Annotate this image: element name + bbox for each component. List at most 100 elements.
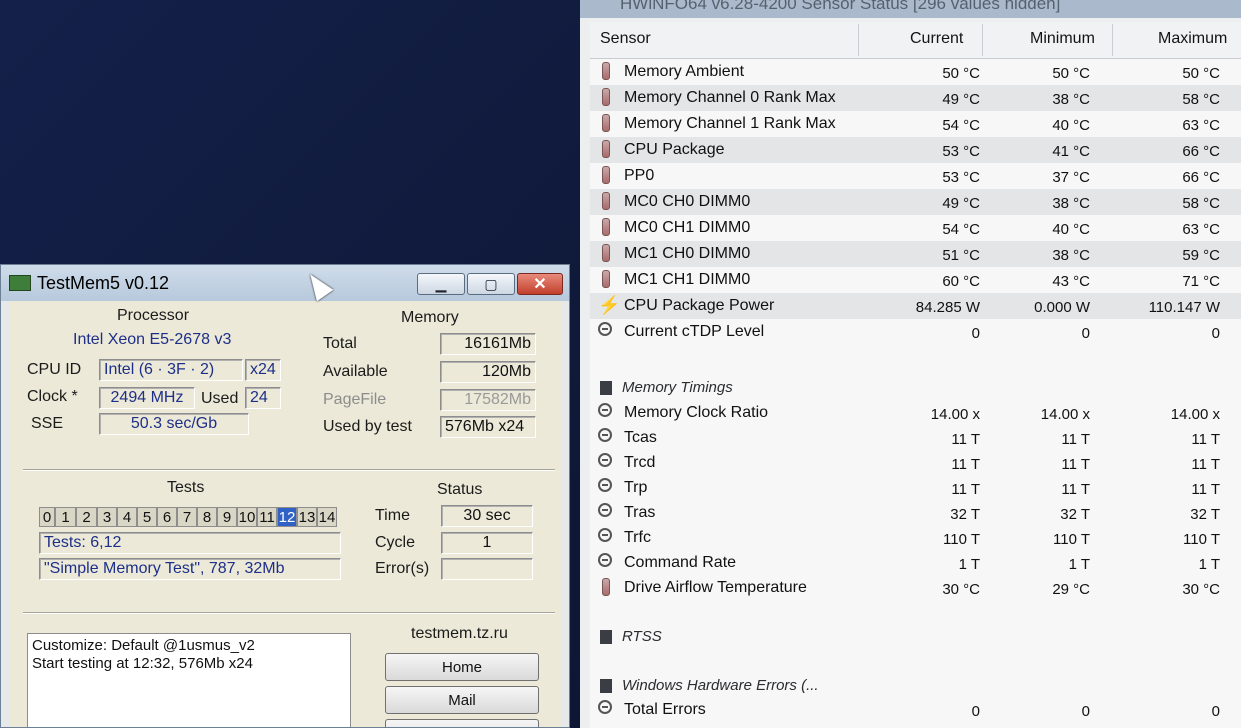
total-memory-field: 16161Mb	[440, 333, 536, 355]
hwinfo-titlebar[interactable]: HWiNFO64 v6.28-4200 Sensor Status [296 v…	[580, 0, 1241, 18]
clock-icon	[598, 553, 612, 573]
divider	[23, 469, 555, 471]
clock-icon	[598, 478, 612, 498]
sensor-label: Tcas	[624, 429, 657, 446]
hwinfo-title: HWiNFO64 v6.28-4200 Sensor Status [296 v…	[620, 0, 1061, 13]
sensor-row[interactable]: Total Errors 0 0 0	[590, 697, 1241, 723]
log-textbox[interactable]: Customize: Default @1usmus_v2 Start test…	[27, 633, 351, 727]
maximize-icon: ▢	[484, 275, 498, 292]
test-toggle[interactable]: 11	[257, 507, 277, 527]
test-toggle[interactable]: 14	[317, 507, 337, 527]
sensor-row[interactable]: Memory Ambient 50 °C 50 °C 50 °C	[590, 59, 1241, 85]
errors-label: Error(s)	[375, 560, 430, 577]
sensor-row[interactable]: Current cTDP Level 0 0 0	[590, 319, 1241, 345]
sensor-maximum: 71 °C	[1182, 273, 1220, 290]
test-toggle-selected[interactable]: 12	[277, 507, 297, 527]
group-memory-timings[interactable]: Memory Timings	[590, 375, 1241, 401]
sensor-label: Trcd	[624, 454, 656, 471]
sensor-row[interactable]: Trcd 11 T 11 T 11 T	[590, 450, 1241, 476]
sensor-row[interactable]: MC1 CH1 DIMM0 60 °C 43 °C 71 °C	[590, 267, 1241, 293]
clock-label: Clock *	[27, 388, 78, 405]
thermometer-icon	[598, 578, 612, 598]
column-sensor[interactable]: Sensor	[600, 30, 651, 48]
column-divider[interactable]	[1112, 24, 1113, 56]
cycle-label: Cycle	[375, 534, 416, 551]
sensor-label: Trfc	[624, 529, 651, 546]
test-toggle[interactable]: 5	[137, 507, 157, 527]
thermometer-icon	[598, 88, 612, 108]
sensor-label: PP0	[624, 167, 655, 184]
site-link[interactable]: testmem.tz.ru	[411, 625, 508, 643]
sensor-row[interactable]: Command Rate 1 T 1 T 1 T	[590, 550, 1241, 576]
test-toggle[interactable]: 10	[237, 507, 257, 527]
sensor-row[interactable]: MC0 CH0 DIMM0 49 °C 38 °C 58 °C	[590, 189, 1241, 215]
group-icon	[600, 679, 612, 693]
testmem5-titlebar[interactable]: TestMem5 v0.12 ▁ ▢ ✕	[1, 265, 569, 301]
test-toggle[interactable]: 7	[177, 507, 197, 527]
minimize-button[interactable]: ▁	[417, 273, 465, 295]
tests-heading: Tests	[167, 479, 205, 496]
sensor-maximum: 30 °C	[1182, 581, 1220, 598]
clock-icon	[598, 503, 612, 523]
thermometer-icon	[598, 192, 612, 212]
group-label: Memory Timings	[622, 379, 733, 396]
sensor-maximum: 66 °C	[1182, 143, 1220, 160]
column-divider[interactable]	[982, 24, 983, 56]
minimize-icon: ▁	[435, 275, 447, 292]
group-rtss[interactable]: RTSS	[590, 624, 1241, 650]
testmem5-client-area: Processor Intel Xeon E5-2678 v3 CPU ID I…	[9, 301, 561, 727]
test-toggle[interactable]: 0	[39, 507, 55, 527]
column-maximum[interactable]: Maximum	[1158, 30, 1227, 48]
test-toggle[interactable]: 1	[55, 507, 76, 527]
sensor-maximum: 11 T	[1191, 456, 1220, 473]
sensor-row[interactable]: Memory Clock Ratio 14.00 x 14.00 x 14.00…	[590, 400, 1241, 426]
column-divider[interactable]	[858, 24, 859, 56]
current-test-field: "Simple Memory Test", 787, 32Mb	[39, 558, 341, 580]
clock-icon	[598, 528, 612, 548]
thermometer-icon	[598, 114, 612, 134]
used-by-test-field: 576Mb x24	[440, 416, 536, 438]
sensor-maximum: 63 °C	[1182, 117, 1220, 134]
sensor-maximum: 0	[1211, 325, 1220, 342]
close-button[interactable]: ✕	[517, 273, 563, 295]
clock-icon	[598, 322, 612, 342]
processor-name: Intel Xeon E5-2678 v3	[73, 331, 232, 348]
column-minimum[interactable]: Minimum	[1030, 30, 1095, 48]
sensor-row[interactable]: Trp 11 T 11 T 11 T	[590, 475, 1241, 501]
sensor-row[interactable]: PP0 53 °C 37 °C 66 °C	[590, 163, 1241, 189]
sensor-row[interactable]: Memory Channel 0 Rank Max 49 °C 38 °C 58…	[590, 85, 1241, 111]
sensor-row[interactable]: ⚡ CPU Package Power 84.285 W 0.000 W 110…	[590, 293, 1241, 319]
group-windows-hardware-errors[interactable]: Windows Hardware Errors (...	[590, 673, 1241, 699]
clock-icon	[598, 700, 612, 720]
mail-button[interactable]: Mail	[385, 686, 539, 714]
more-button[interactable]	[385, 719, 539, 727]
cpu-id-label: CPU ID	[27, 361, 82, 378]
sensor-row[interactable]: Drive Airflow Temperature 30 °C 29 °C 30…	[590, 575, 1241, 601]
total-label: Total	[323, 335, 357, 352]
clock-icon	[598, 428, 612, 448]
sensor-maximum: 58 °C	[1182, 195, 1220, 212]
test-toggle[interactable]: 4	[117, 507, 137, 527]
test-toggle[interactable]: 8	[197, 507, 217, 527]
sensor-row[interactable]: Tras 32 T 32 T 32 T	[590, 500, 1241, 526]
column-current[interactable]: Current	[910, 30, 963, 48]
sensor-row[interactable]: CPU Package 53 °C 41 °C 66 °C	[590, 137, 1241, 163]
sensor-row[interactable]: MC0 CH1 DIMM0 54 °C 40 °C 63 °C	[590, 215, 1241, 241]
used-threads-label: Used	[201, 390, 239, 407]
test-toggle[interactable]: 6	[157, 507, 177, 527]
hwinfo-window: HWiNFO64 v6.28-4200 Sensor Status [296 v…	[580, 0, 1241, 728]
sensor-row[interactable]: Memory Channel 1 Rank Max 54 °C 40 °C 63…	[590, 111, 1241, 137]
sensor-list: Memory Ambient 50 °C 50 °C 50 °C Memory …	[590, 59, 1241, 728]
available-memory-field: 120Mb	[440, 361, 536, 383]
test-toggle[interactable]: 2	[76, 507, 97, 527]
maximize-button[interactable]: ▢	[467, 273, 515, 295]
clock-field: 2494 MHz	[99, 387, 195, 409]
sensor-row[interactable]: MC1 CH0 DIMM0 51 °C 38 °C 59 °C	[590, 241, 1241, 267]
sensor-row[interactable]: Trfc 110 T 110 T 110 T	[590, 525, 1241, 551]
home-button[interactable]: Home	[385, 653, 539, 681]
log-line: Customize: Default @1usmus_v2	[32, 637, 255, 654]
test-toggle[interactable]: 13	[297, 507, 317, 527]
test-toggle[interactable]: 9	[217, 507, 237, 527]
test-toggle[interactable]: 3	[97, 507, 117, 527]
sensor-row[interactable]: Tcas 11 T 11 T 11 T	[590, 425, 1241, 451]
